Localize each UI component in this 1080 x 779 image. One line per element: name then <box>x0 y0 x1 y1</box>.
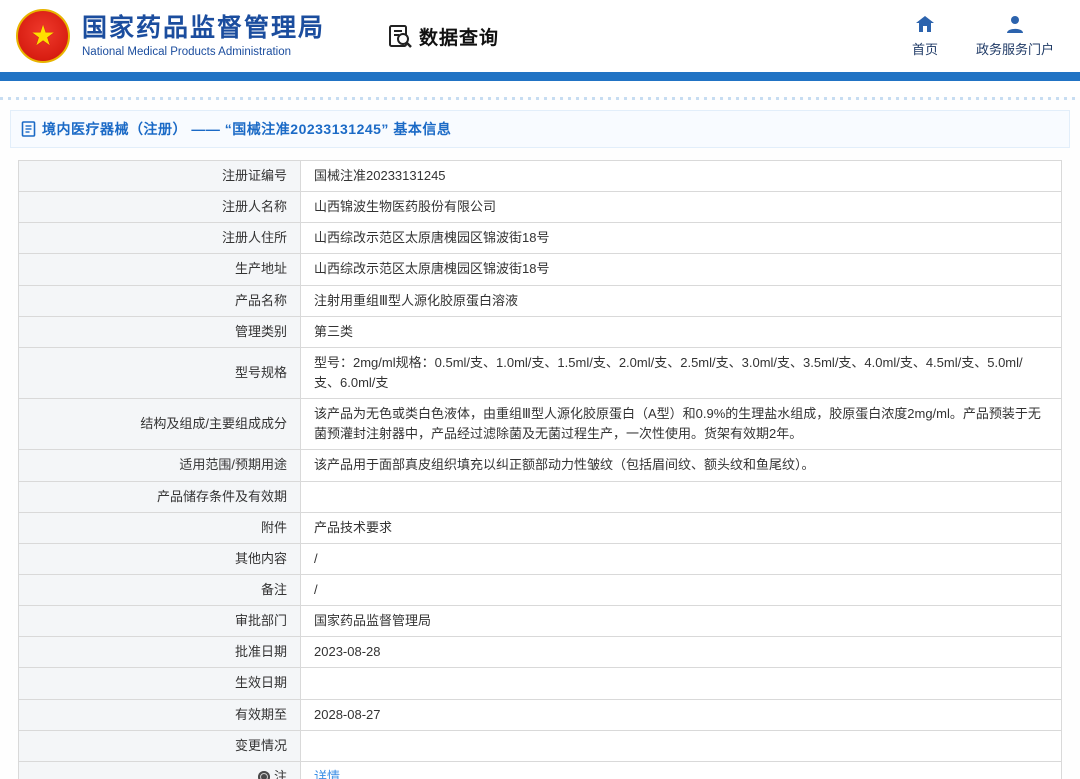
national-emblem-logo: ★ <box>16 9 70 63</box>
row-label: 产品储存条件及有效期 <box>19 481 301 512</box>
table-row: 型号规格型号：2mg/ml规格：0.5ml/支、1.0ml/支、1.5ml/支、… <box>19 347 1062 398</box>
table-row: 生效日期 <box>19 668 1062 699</box>
row-label: 其他内容 <box>19 543 301 574</box>
row-value: 山西综改示范区太原唐槐园区锦波街18号 <box>301 254 1062 285</box>
table-row: 结构及组成/主要组成成分该产品为无色或类白色液体，由重组Ⅲ型人源化胶原蛋白（A型… <box>19 399 1062 450</box>
row-value: 第三类 <box>301 316 1062 347</box>
note-icon <box>258 771 270 779</box>
nav-portal-label: 政务服务门户 <box>976 39 1054 58</box>
row-label: 注册证编号 <box>19 161 301 192</box>
row-value: 山西综改示范区太原唐槐园区锦波街18号 <box>301 223 1062 254</box>
table-row: 管理类别第三类 <box>19 316 1062 347</box>
row-value: / <box>301 574 1062 605</box>
table-row: 产品储存条件及有效期 <box>19 481 1062 512</box>
row-label: 管理类别 <box>19 316 301 347</box>
row-label: 适用范围/预期用途 <box>19 450 301 481</box>
row-label: 注册人名称 <box>19 192 301 223</box>
row-label: 批准日期 <box>19 637 301 668</box>
table-row: 产品名称注射用重组Ⅲ型人源化胶原蛋白溶液 <box>19 285 1062 316</box>
breadcrumb: 境内医疗器械（注册） —— “国械注准20233131245” 基本信息 <box>10 110 1070 148</box>
row-label: 结构及组成/主要组成成分 <box>19 399 301 450</box>
row-value: 该产品为无色或类白色液体，由重组Ⅲ型人源化胶原蛋白（A型）和0.9%的生理盐水组… <box>301 399 1062 450</box>
row-label: 注册人住所 <box>19 223 301 254</box>
row-value: 国械注准20233131245 <box>301 161 1062 192</box>
table-row: 注册人名称山西锦波生物医药股份有限公司 <box>19 192 1062 223</box>
main-content: 境内医疗器械（注册） —— “国械注准20233131245” 基本信息 注册证… <box>0 97 1080 779</box>
site-title: 国家药品监督管理局 <box>82 14 325 43</box>
table-row: 注册证编号国械注准20233131245 <box>19 161 1062 192</box>
registration-info-table: 注册证编号国械注准20233131245注册人名称山西锦波生物医药股份有限公司注… <box>18 160 1062 779</box>
row-label: 附件 <box>19 512 301 543</box>
data-query-icon <box>387 23 413 49</box>
table-row: 批准日期2023-08-28 <box>19 637 1062 668</box>
site-titles: 国家药品监督管理局 National Medical Products Admi… <box>82 14 325 58</box>
nav-home[interactable]: 首页 <box>912 14 938 58</box>
table-row: 注册人住所山西综改示范区太原唐槐园区锦波街18号 <box>19 223 1062 254</box>
table-row: 有效期至2028-08-27 <box>19 699 1062 730</box>
table-row: 审批部门国家药品监督管理局 <box>19 606 1062 637</box>
row-value: 2023-08-28 <box>301 637 1062 668</box>
table-row: 生产地址山西综改示范区太原唐槐园区锦波街18号 <box>19 254 1062 285</box>
row-label: 生产地址 <box>19 254 301 285</box>
nav-home-label: 首页 <box>912 39 938 58</box>
row-value: 型号：2mg/ml规格：0.5ml/支、1.0ml/支、1.5ml/支、2.0m… <box>301 347 1062 398</box>
document-icon <box>21 121 36 137</box>
row-value: 该产品用于面部真皮组织填充以纠正额部动力性皱纹（包括眉间纹、额头纹和鱼尾纹）。 <box>301 450 1062 481</box>
dotted-divider-top <box>0 97 1080 100</box>
row-value <box>301 481 1062 512</box>
row-label: 审批部门 <box>19 606 301 637</box>
table-row: 注 详情 <box>19 761 1062 779</box>
site-subtitle: National Medical Products Administration <box>82 46 325 58</box>
row-label: 注 <box>19 761 301 779</box>
row-value <box>301 730 1062 761</box>
table-row: 备注/ <box>19 574 1062 605</box>
table-row: 附件产品技术要求 <box>19 512 1062 543</box>
detail-link[interactable]: 详情 <box>314 769 340 779</box>
nav-data-query[interactable]: 数据查询 <box>387 23 499 50</box>
row-value: 详情 <box>301 761 1062 779</box>
row-value: 产品技术要求 <box>301 512 1062 543</box>
row-value: 注射用重组Ⅲ型人源化胶原蛋白溶液 <box>301 285 1062 316</box>
row-value <box>301 668 1062 699</box>
row-label: 变更情况 <box>19 730 301 761</box>
row-value: 山西锦波生物医药股份有限公司 <box>301 192 1062 223</box>
user-icon <box>1005 14 1025 34</box>
nav-portal[interactable]: 政务服务门户 <box>976 14 1054 58</box>
row-label: 备注 <box>19 574 301 605</box>
row-label: 产品名称 <box>19 285 301 316</box>
row-label: 型号规格 <box>19 347 301 398</box>
table-row: 变更情况 <box>19 730 1062 761</box>
star-icon: ★ <box>30 22 55 50</box>
table-row: 适用范围/预期用途该产品用于面部真皮组织填充以纠正额部动力性皱纹（包括眉间纹、额… <box>19 450 1062 481</box>
header-nav: 首页 政务服务门户 <box>912 14 1054 58</box>
home-icon <box>915 14 935 34</box>
row-label: 生效日期 <box>19 668 301 699</box>
row-value: 国家药品监督管理局 <box>301 606 1062 637</box>
row-label: 有效期至 <box>19 699 301 730</box>
data-query-label: 数据查询 <box>419 23 499 50</box>
row-value: 2028-08-27 <box>301 699 1062 730</box>
site-header: ★ 国家药品监督管理局 National Medical Products Ad… <box>0 0 1080 72</box>
table-row: 其他内容/ <box>19 543 1062 574</box>
row-value: / <box>301 543 1062 574</box>
page-title: 境内医疗器械（注册） —— “国械注准20233131245” 基本信息 <box>42 119 451 139</box>
header-accent-bar <box>0 72 1080 81</box>
